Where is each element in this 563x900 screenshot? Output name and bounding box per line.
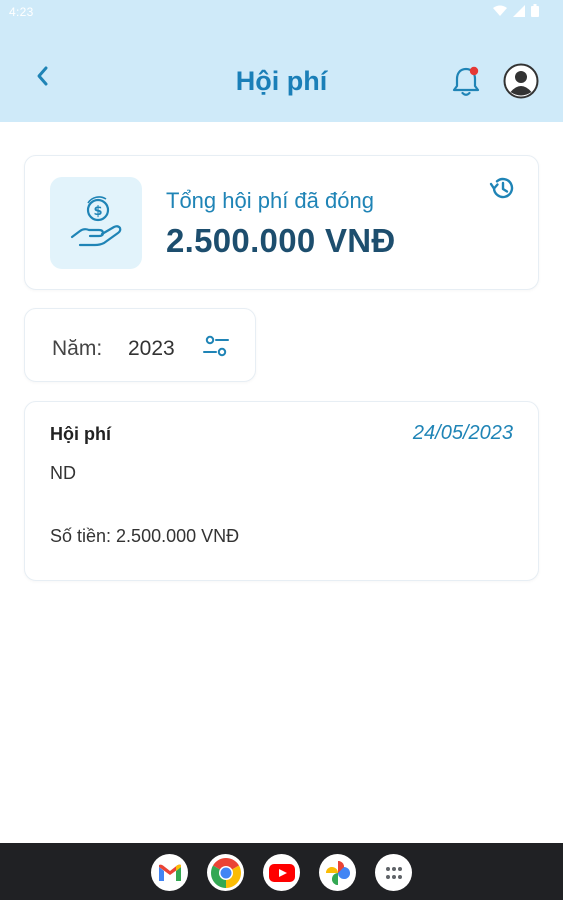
- profile-avatar[interactable]: [503, 63, 539, 99]
- filter-sliders-icon: [203, 335, 229, 357]
- bell-icon: [452, 66, 480, 96]
- total-fee-card: $ Tổng hội phí đã đóng 2.500.000 VNĐ: [24, 155, 539, 290]
- history-icon: [489, 177, 514, 199]
- notification-button[interactable]: [450, 64, 482, 98]
- chrome-app[interactable]: [207, 854, 244, 891]
- history-button[interactable]: [488, 174, 516, 202]
- total-fee-label: Tổng hội phí đã đóng: [166, 188, 374, 213]
- gmail-app[interactable]: [151, 854, 188, 891]
- photos-app[interactable]: [319, 854, 356, 891]
- notification-dot: [469, 66, 479, 76]
- status-bar: 4:23: [0, 0, 563, 24]
- fee-icon-box: $: [50, 177, 142, 269]
- year-value: 2023: [128, 337, 175, 360]
- year-label: Năm:: [52, 337, 103, 360]
- status-time: 4:23: [9, 5, 34, 19]
- total-fee-value: 2.500.000 VNĐ: [166, 222, 396, 259]
- svg-text:$: $: [93, 204, 102, 219]
- chrome-icon: [210, 857, 241, 888]
- filter-button[interactable]: [201, 332, 231, 362]
- status-icons: [493, 4, 539, 17]
- app-header: 4:23 Hội phí: [0, 0, 563, 122]
- wifi-icon: [493, 5, 507, 16]
- fee-entry-date: 24/05/2023: [412, 422, 513, 444]
- photos-icon: [325, 860, 350, 885]
- battery-icon: [531, 4, 539, 17]
- youtube-app[interactable]: [263, 854, 300, 891]
- fee-entry-title: Hội phí: [50, 424, 111, 444]
- fee-entry-code: ND: [50, 463, 76, 483]
- money-hand-icon: $: [70, 196, 122, 247]
- youtube-icon: [268, 863, 295, 882]
- gmail-icon: [158, 864, 181, 881]
- user-avatar-icon: [503, 63, 539, 99]
- app-drawer-icon: [385, 866, 402, 879]
- signal-icon: [513, 4, 525, 17]
- app-drawer[interactable]: [375, 854, 412, 891]
- year-filter-card[interactable]: Năm: 2023: [24, 308, 256, 382]
- fee-entry-card[interactable]: Hội phí 24/05/2023 ND Số tiền: 2.500.000…: [24, 401, 539, 581]
- app-dock: [0, 843, 563, 900]
- fee-entry-amount: Số tiền: 2.500.000 VNĐ: [50, 526, 240, 546]
